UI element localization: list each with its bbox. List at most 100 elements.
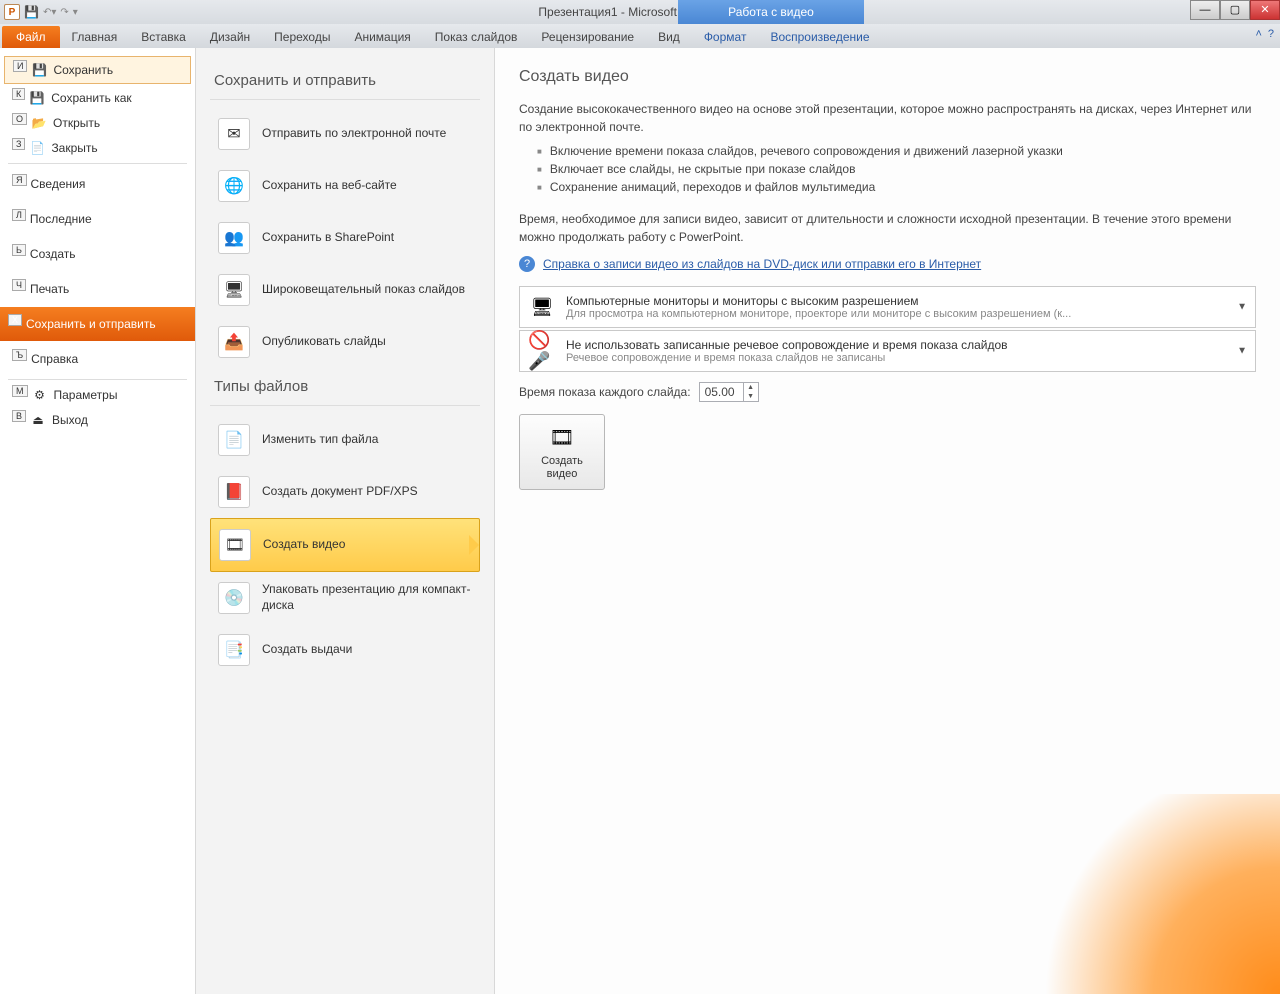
nav-item-0[interactable]: И💾Сохранить [4, 56, 191, 84]
mid-item-label: Создать видео [263, 537, 345, 553]
mid-item-icon: ✉ [218, 118, 250, 150]
tab-transitions[interactable]: Переходы [262, 26, 342, 48]
mid-item[interactable]: 🌐Сохранить на веб-сайте [210, 160, 480, 212]
nav-label: Параметры [54, 388, 118, 402]
nav-label: Сохранить [53, 63, 113, 77]
mid-item[interactable]: 💿 Упаковать презентацию для компакт-диска [210, 572, 480, 624]
save-icon[interactable]: 💾 [24, 5, 39, 19]
nav-item-11[interactable]: В⏏Выход [4, 408, 191, 432]
minimize-button[interactable]: — [1190, 0, 1220, 20]
mid-item-icon: 💿 [218, 582, 250, 614]
tab-review[interactable]: Рецензирование [529, 26, 646, 48]
decorative-corner [980, 794, 1280, 994]
keytip: О [12, 113, 27, 125]
backstage-middle-column: Сохранить и отправить ✉ Отправить по элек… [195, 48, 495, 994]
mid-item[interactable]: 📤Опубликовать слайды [210, 316, 480, 368]
mid-item[interactable]: 📑Создать выдачи [210, 624, 480, 676]
help-info-icon: ? [519, 256, 535, 272]
mid-item[interactable]: 🖥Широковещательный показ слайдов [210, 264, 480, 316]
pane-paragraph: Время, необходимое для записи видео, зав… [519, 210, 1256, 246]
video-file-icon: 🎞 [546, 423, 578, 451]
seconds-value: 05.00 [705, 385, 735, 399]
backstage-leftnav: И💾СохранитьК💾Сохранить как О 📂 Открыть З 📄 Зак… [0, 48, 195, 994]
tab-slideshow[interactable]: Показ слайдов [423, 26, 530, 48]
nav-item-4[interactable]: ЯСведения [4, 167, 191, 201]
close-button[interactable]: ✕ [1250, 0, 1280, 20]
mid-item-label: Упаковать презентацию для компакт-диска [262, 582, 472, 613]
nav-item-7[interactable]: Ч Печать [4, 272, 191, 306]
keytip: Ч [12, 279, 26, 291]
tab-home[interactable]: Главная [60, 26, 130, 48]
nav-item-10[interactable]: М ⚙ Параметры [4, 383, 191, 407]
nav-label: Справка [31, 352, 78, 366]
mid-item-icon: 🌐 [218, 170, 250, 202]
nav-label: Сведения [31, 177, 86, 191]
resolution-dropdown[interactable]: 🖥 Компьютерные мониторы и мониторы с выс… [519, 286, 1256, 328]
narration-dropdown[interactable]: 🚫🎤 Не использовать записанные речевое со… [519, 330, 1256, 372]
chevron-down-icon: ▼ [1237, 346, 1247, 357]
section-header-save-send: Сохранить и отправить [214, 72, 480, 89]
help-link[interactable]: Справка о записи видео из слайдов на DVD… [543, 257, 981, 271]
mid-item-label: Отправить по электронной почте [262, 126, 446, 142]
keytip: М [12, 385, 28, 397]
narration-title: Не использовать записанные речевое сопро… [566, 338, 1008, 352]
tab-format[interactable]: Формат [692, 26, 759, 48]
undo-icon[interactable]: ↶▾ [43, 7, 56, 18]
mid-item-icon: 📄 [218, 424, 250, 456]
seconds-spinner[interactable]: 05.00 ▲ ▼ [699, 382, 759, 402]
mid-item-label: Создать документ PDF/XPS [262, 484, 418, 500]
tab-design[interactable]: Дизайн [198, 26, 262, 48]
mid-item[interactable]: 👥Сохранить в SharePoint [210, 212, 480, 264]
nav-item-1[interactable]: К💾Сохранить как [4, 86, 191, 110]
spinner-down-icon[interactable]: ▼ [744, 392, 758, 401]
pane-description: Создание высококачественного видео на ос… [519, 100, 1256, 136]
nav-icon: 📂 [31, 115, 47, 131]
nav-item-2[interactable]: О 📂 Открыть [4, 111, 191, 135]
spinner-up-icon[interactable]: ▲ [744, 383, 758, 392]
create-video-button[interactable]: 🎞 Создать видео [519, 414, 605, 490]
nav-item-6[interactable]: ЬСоздать [4, 237, 191, 271]
app-icon[interactable]: P [4, 4, 20, 20]
mid-item-icon: 🎞 [219, 529, 251, 561]
maximize-button[interactable]: ▢ [1220, 0, 1250, 20]
nav-label: Закрыть [51, 141, 97, 155]
nav-label: Открыть [53, 116, 100, 130]
titlebar: P 💾 ↶▾ ↷ ▾ Презентация1 - Microsoft Powe… [0, 0, 1280, 24]
nav-icon: 📄 [29, 140, 45, 156]
nav-item-8[interactable]: ХСохранить и отправить [0, 307, 195, 341]
keytip: К [12, 88, 25, 100]
keytip: Ь [12, 244, 26, 256]
mid-item[interactable]: 📕Создать документ PDF/XPS [210, 466, 480, 518]
nav-item-5[interactable]: ЛПоследние [4, 202, 191, 236]
ribbon-tabs: Файл Главная Вставка Дизайн Переходы Ани… [0, 24, 1280, 48]
help-icon[interactable]: ? [1268, 28, 1274, 40]
nav-item-9[interactable]: ЪСправка [4, 342, 191, 376]
qat-customize-icon[interactable]: ▾ [73, 7, 78, 18]
monitor-icon: 🖥 [528, 293, 556, 321]
resolution-title: Компьютерные мониторы и мониторы с высок… [566, 294, 1071, 308]
tab-animations[interactable]: Анимация [342, 26, 422, 48]
mid-item-icon: 🖥 [218, 274, 250, 306]
mid-item-label: Опубликовать слайды [262, 334, 386, 350]
narration-sub: Речевое сопровождение и время показа сла… [566, 352, 1008, 364]
minimize-ribbon-icon[interactable]: ˄ [1255, 28, 1261, 40]
redo-icon[interactable]: ↷ [60, 7, 68, 18]
mid-item[interactable]: ✉ Отправить по электронной почте [210, 108, 480, 160]
mid-item-label: Изменить тип файла [262, 432, 378, 448]
nav-item-3[interactable]: З 📄 Закрыть [4, 136, 191, 160]
bullet-item: Включение времени показа слайдов, речево… [537, 142, 1256, 160]
mid-item[interactable]: 🎞 Создать видео [210, 518, 480, 572]
keytip: З [12, 138, 25, 150]
chevron-down-icon: ▼ [1237, 302, 1247, 313]
mid-item-icon: 📑 [218, 634, 250, 666]
tab-insert[interactable]: Вставка [129, 26, 198, 48]
nav-label: Печать [30, 282, 69, 296]
mid-item[interactable]: 📄 Изменить тип файла [210, 414, 480, 466]
nav-icon: ⚙ [32, 387, 48, 403]
tab-playback[interactable]: Воспроизведение [758, 26, 881, 48]
mid-item-label: Сохранить в SharePoint [262, 230, 394, 246]
bullet-item: Включает все слайды, не скрытые при пока… [537, 160, 1256, 178]
tab-file[interactable]: Файл [2, 26, 60, 48]
seconds-label: Время показа каждого слайда: [519, 385, 691, 399]
tab-view[interactable]: Вид [646, 26, 692, 48]
